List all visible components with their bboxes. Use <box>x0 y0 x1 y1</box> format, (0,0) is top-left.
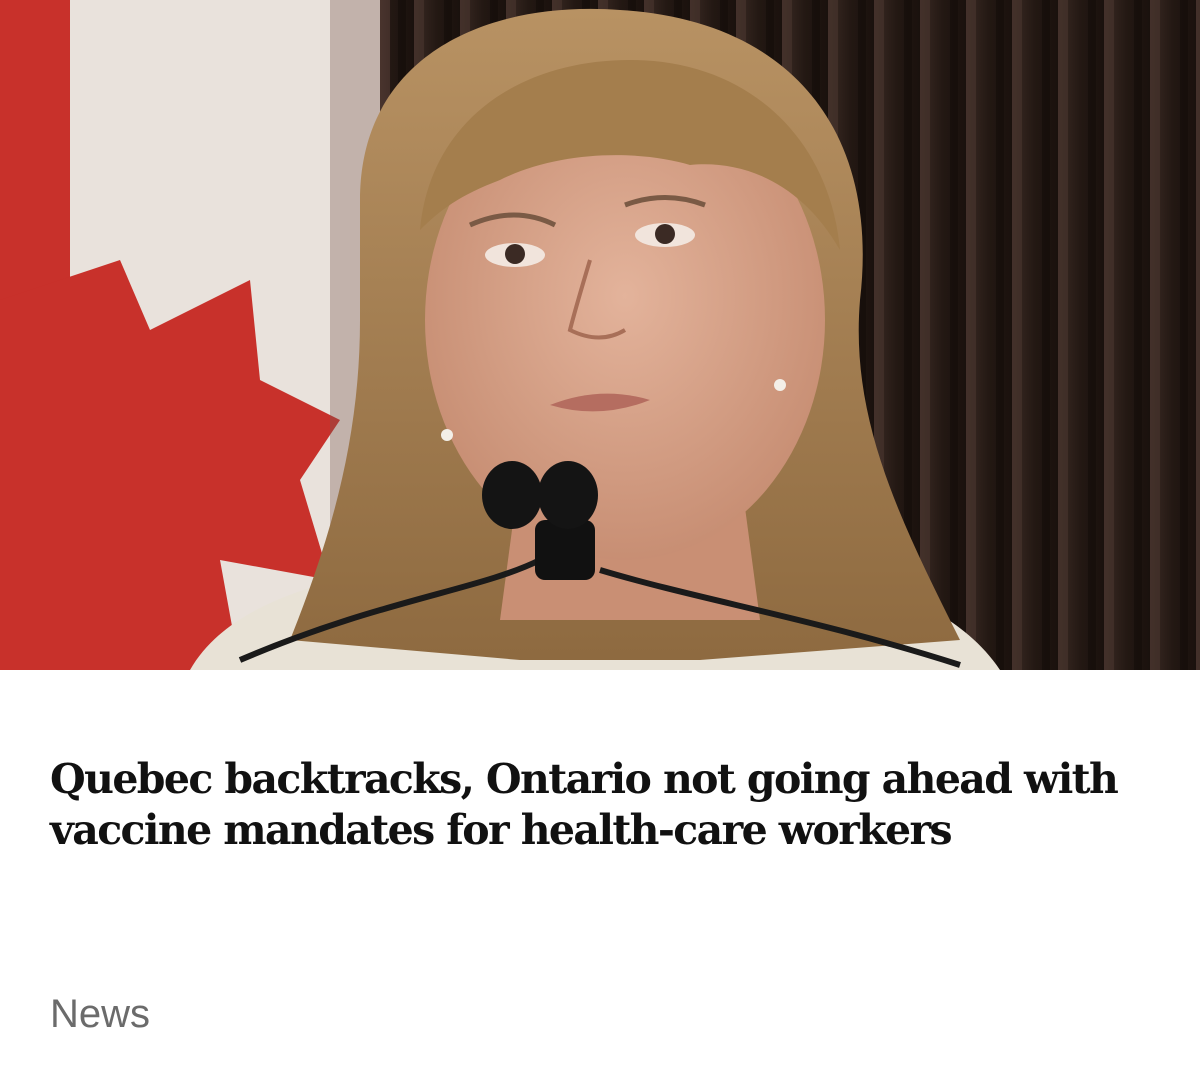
news-article-card[interactable]: Quebec backtracks, Ontario not going ahe… <box>0 0 1200 1080</box>
article-headline[interactable]: Quebec backtracks, Ontario not going ahe… <box>50 754 1150 856</box>
article-category-label: News <box>50 992 151 1036</box>
article-photo-illustration <box>0 0 1200 670</box>
article-photo[interactable] <box>0 0 1200 670</box>
